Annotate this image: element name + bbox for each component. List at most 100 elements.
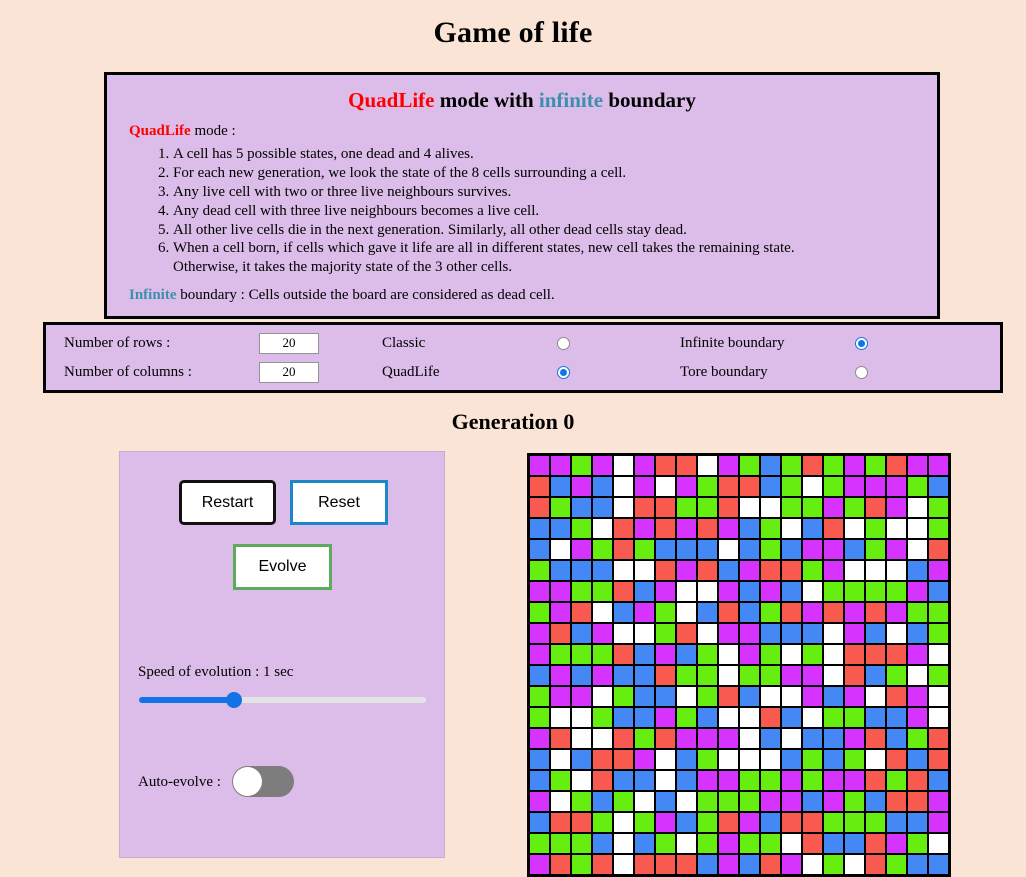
- board-cell[interactable]: [761, 687, 780, 706]
- board-cell[interactable]: [593, 519, 612, 538]
- board-cell[interactable]: [824, 792, 843, 811]
- board-cell[interactable]: [551, 456, 570, 475]
- board-cell[interactable]: [572, 540, 591, 559]
- board-cell[interactable]: [593, 750, 612, 769]
- board-cell[interactable]: [887, 687, 906, 706]
- board-cell[interactable]: [635, 792, 654, 811]
- board-cell[interactable]: [719, 540, 738, 559]
- board-cell[interactable]: [614, 645, 633, 664]
- board-cell[interactable]: [551, 582, 570, 601]
- board-cell[interactable]: [551, 498, 570, 517]
- board-cell[interactable]: [614, 498, 633, 517]
- board-cell[interactable]: [593, 645, 612, 664]
- board-cell[interactable]: [719, 582, 738, 601]
- board-cell[interactable]: [929, 498, 948, 517]
- board-cell[interactable]: [845, 813, 864, 832]
- board-cell[interactable]: [614, 561, 633, 580]
- board-cell[interactable]: [887, 813, 906, 832]
- board-cell[interactable]: [845, 603, 864, 622]
- board-cell[interactable]: [782, 582, 801, 601]
- board-cell[interactable]: [551, 561, 570, 580]
- board-cell[interactable]: [887, 666, 906, 685]
- board-cell[interactable]: [845, 582, 864, 601]
- board-cell[interactable]: [530, 477, 549, 496]
- board-cell[interactable]: [782, 666, 801, 685]
- board-cell[interactable]: [614, 729, 633, 748]
- board-cell[interactable]: [782, 561, 801, 580]
- board-cell[interactable]: [782, 498, 801, 517]
- boundary-option-tore[interactable]: Tore boundary: [680, 358, 970, 387]
- board-cell[interactable]: [719, 645, 738, 664]
- board-cell[interactable]: [887, 477, 906, 496]
- board-cell[interactable]: [698, 771, 717, 790]
- board-cell[interactable]: [761, 834, 780, 853]
- board-cell[interactable]: [698, 666, 717, 685]
- board-cell[interactable]: [656, 834, 675, 853]
- board-cell[interactable]: [803, 666, 822, 685]
- board-cell[interactable]: [929, 666, 948, 685]
- board-cell[interactable]: [887, 750, 906, 769]
- board-cell[interactable]: [824, 477, 843, 496]
- board-cell[interactable]: [635, 498, 654, 517]
- board-cell[interactable]: [677, 519, 696, 538]
- board-cell[interactable]: [530, 792, 549, 811]
- board-cell[interactable]: [572, 708, 591, 727]
- board-cell[interactable]: [866, 813, 885, 832]
- board-cell[interactable]: [845, 834, 864, 853]
- board-cell[interactable]: [593, 498, 612, 517]
- board-cell[interactable]: [887, 708, 906, 727]
- board-cell[interactable]: [572, 645, 591, 664]
- board-cell[interactable]: [635, 855, 654, 874]
- board-cell[interactable]: [719, 666, 738, 685]
- board-cell[interactable]: [551, 771, 570, 790]
- board-cell[interactable]: [803, 687, 822, 706]
- board-cell[interactable]: [845, 645, 864, 664]
- board-cell[interactable]: [530, 519, 549, 538]
- board-cell[interactable]: [530, 687, 549, 706]
- board-cell[interactable]: [845, 855, 864, 874]
- board-cell[interactable]: [572, 603, 591, 622]
- board-cell[interactable]: [908, 813, 927, 832]
- board-cell[interactable]: [698, 708, 717, 727]
- board-cell[interactable]: [908, 750, 927, 769]
- board-cell[interactable]: [866, 561, 885, 580]
- board-cell[interactable]: [845, 729, 864, 748]
- board-cell[interactable]: [551, 813, 570, 832]
- board-cell[interactable]: [593, 624, 612, 643]
- board-cell[interactable]: [761, 645, 780, 664]
- board-cell[interactable]: [782, 645, 801, 664]
- boundary-option-infinite[interactable]: Infinite boundary: [680, 329, 970, 358]
- board-cell[interactable]: [614, 687, 633, 706]
- board-cell[interactable]: [698, 624, 717, 643]
- radio-infinite-boundary[interactable]: [855, 336, 868, 350]
- board-cell[interactable]: [866, 603, 885, 622]
- board-cell[interactable]: [740, 792, 759, 811]
- board-cell[interactable]: [656, 708, 675, 727]
- board-cell[interactable]: [656, 540, 675, 559]
- board-cell[interactable]: [866, 729, 885, 748]
- board-cell[interactable]: [677, 813, 696, 832]
- board-cell[interactable]: [572, 582, 591, 601]
- mode-option-classic[interactable]: Classic: [382, 329, 652, 358]
- board-cell[interactable]: [929, 813, 948, 832]
- board-cell[interactable]: [614, 519, 633, 538]
- board-cell[interactable]: [656, 519, 675, 538]
- board-cell[interactable]: [824, 561, 843, 580]
- board-cell[interactable]: [530, 603, 549, 622]
- board-cell[interactable]: [887, 561, 906, 580]
- board-cell[interactable]: [761, 603, 780, 622]
- board-cell[interactable]: [866, 834, 885, 853]
- board-cell[interactable]: [845, 771, 864, 790]
- board-cell[interactable]: [845, 666, 864, 685]
- board-cell[interactable]: [635, 666, 654, 685]
- board-cell[interactable]: [572, 729, 591, 748]
- board-cell[interactable]: [677, 603, 696, 622]
- board-cell[interactable]: [845, 792, 864, 811]
- board-cell[interactable]: [740, 582, 759, 601]
- board-cell[interactable]: [866, 771, 885, 790]
- board-cell[interactable]: [908, 729, 927, 748]
- board-cell[interactable]: [866, 645, 885, 664]
- board-cell[interactable]: [677, 582, 696, 601]
- board-cell[interactable]: [551, 624, 570, 643]
- board-cell[interactable]: [866, 582, 885, 601]
